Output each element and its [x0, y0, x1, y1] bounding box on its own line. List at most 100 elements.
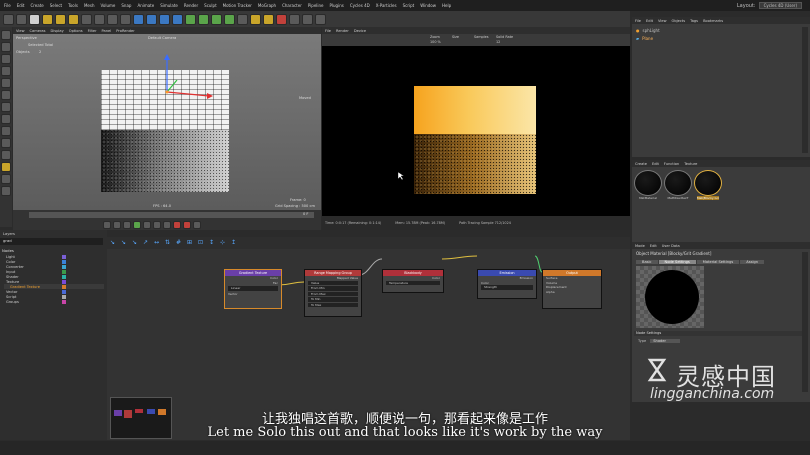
magnet-icon[interactable]: [1, 174, 11, 184]
render-info-value[interactable]: 12: [496, 40, 500, 44]
rotate-tool-icon[interactable]: [68, 13, 79, 25]
texture-mode-icon[interactable]: [1, 54, 11, 64]
menu-x-particles[interactable]: X-Particles: [376, 3, 397, 8]
node-field[interactable]: Value: [308, 280, 358, 285]
cube-icon[interactable]: [172, 13, 183, 25]
object-menu-file[interactable]: File: [635, 19, 641, 23]
object-menu-objects[interactable]: Objects: [672, 19, 686, 23]
record-icon[interactable]: [173, 221, 181, 229]
menu-create[interactable]: Create: [30, 3, 43, 8]
menu-mesh[interactable]: Mesh: [84, 3, 95, 8]
render-menu-render[interactable]: Render: [336, 29, 349, 33]
tab-material-settings[interactable]: Material Settings: [696, 260, 740, 264]
menu-motion-tracker[interactable]: Motion Tracker: [223, 3, 252, 8]
node-field[interactable]: Temperature: [386, 280, 440, 285]
node-field[interactable]: Strength: [481, 285, 533, 290]
redo-icon[interactable]: [16, 13, 27, 25]
menu-plugins[interactable]: Plugins: [330, 3, 344, 8]
make-editable-icon[interactable]: [1, 30, 11, 40]
subdivision-icon[interactable]: [198, 13, 209, 25]
render-info-value[interactable]: 100 %: [430, 40, 441, 44]
workplane-icon[interactable]: [1, 66, 11, 76]
material-menu-edit[interactable]: Edit: [652, 162, 659, 166]
menu-simulate[interactable]: Simulate: [160, 3, 178, 8]
viewport-menu-display[interactable]: Display: [51, 29, 64, 33]
cycles-icon[interactable]: [276, 13, 287, 25]
tweak-mode-icon[interactable]: [1, 126, 11, 136]
tab-basic[interactable]: Basic: [636, 260, 658, 264]
object-manager-scrollbar[interactable]: [802, 27, 808, 153]
cloner-icon[interactable]: [211, 13, 222, 25]
material-swatch[interactable]: MatMaterial: [634, 170, 662, 200]
viewport-menu-cameras[interactable]: Cameras: [30, 29, 46, 33]
menu-sculpt[interactable]: Sculpt: [204, 3, 217, 8]
points-mode-icon[interactable]: [1, 78, 11, 88]
viewport-menu-options[interactable]: Options: [69, 29, 83, 33]
object-row[interactable]: ▰ Plane: [632, 34, 792, 42]
z-axis-icon[interactable]: [107, 13, 118, 25]
coordinate-system-icon[interactable]: [120, 13, 131, 25]
paint-icon[interactable]: [1, 186, 11, 196]
move-gizmo-icon[interactable]: [153, 50, 223, 110]
scale-tool-icon[interactable]: [55, 13, 66, 25]
menu-volume[interactable]: Volume: [100, 3, 115, 8]
deformer-icon[interactable]: [224, 13, 235, 25]
material-swatch[interactable]: MatMixedtexT: [664, 170, 692, 200]
layout-selector[interactable]: Layout: Cycles 4D (User): [737, 1, 802, 10]
node-dropdown[interactable]: Linear: [228, 286, 278, 291]
object-menu-bookmarks[interactable]: Bookmarks: [703, 19, 723, 23]
node-category-item[interactable]: Groups: [4, 299, 104, 304]
render-settings-icon[interactable]: [159, 13, 170, 25]
menu-animate[interactable]: Animate: [137, 3, 154, 8]
solo-icon[interactable]: [1, 162, 11, 172]
menu-character[interactable]: Character: [282, 3, 302, 8]
menu-edit[interactable]: Edit: [17, 3, 25, 8]
prev-key-icon[interactable]: [113, 221, 121, 229]
node-field[interactable]: From Min: [308, 286, 358, 291]
attribute-menu-edit[interactable]: Edit: [650, 244, 657, 248]
y-axis-icon[interactable]: [94, 13, 105, 25]
menu-file[interactable]: File: [4, 3, 11, 8]
object-row[interactable]: ● sphLight: [632, 26, 792, 34]
light-icon[interactable]: [263, 13, 274, 25]
gradient-texture-node[interactable]: Gradient Texture Color Fac Linear Vector: [224, 269, 282, 309]
next-frame-icon[interactable]: [143, 221, 151, 229]
menu-tools[interactable]: Tools: [68, 3, 78, 8]
render-picture-viewer-icon[interactable]: [146, 13, 157, 25]
viewport-canvas[interactable]: Perspective Default Camera Selected Tota…: [13, 34, 321, 210]
menu-help[interactable]: Help: [442, 3, 451, 8]
render-view-icon[interactable]: [133, 13, 144, 25]
camera-icon[interactable]: [250, 13, 261, 25]
render-canvas[interactable]: [322, 46, 630, 216]
polygons-mode-icon[interactable]: [1, 102, 11, 112]
material-menu-function[interactable]: Function: [664, 162, 679, 166]
go-to-start-icon[interactable]: [103, 221, 111, 229]
3d-viewport[interactable]: View Cameras Display Options Filter Panel ProR…: [13, 27, 321, 210]
viewport-menu-prorender[interactable]: ProRender: [116, 29, 135, 33]
material-menu-texture[interactable]: Texture: [684, 162, 697, 166]
type-dropdown[interactable]: Shader: [650, 339, 680, 343]
blackbody-node[interactable]: Blackbody Color Temperature: [382, 269, 444, 293]
tab-node-settings[interactable]: Node Settings: [658, 260, 696, 264]
attribute-scrollbar[interactable]: [802, 252, 808, 392]
edges-mode-icon[interactable]: [1, 90, 11, 100]
floor-icon[interactable]: [237, 13, 248, 25]
menu-select[interactable]: Select: [50, 3, 62, 8]
pen-icon[interactable]: [185, 13, 196, 25]
timeline-track[interactable]: [29, 212, 314, 218]
axis-mode-icon[interactable]: [1, 114, 11, 124]
material-swatch-selected[interactable]: Mat(Blocky Gri: [694, 170, 722, 200]
go-to-end-icon[interactable]: [163, 221, 171, 229]
select-tool-icon[interactable]: [29, 13, 40, 25]
autokey-icon[interactable]: [183, 221, 191, 229]
node-field[interactable]: To Min: [308, 297, 358, 302]
prev-frame-icon[interactable]: [123, 221, 131, 229]
snap-icon[interactable]: [1, 138, 11, 148]
object-menu-edit[interactable]: Edit: [646, 19, 653, 23]
material-menu-create[interactable]: Create: [635, 162, 647, 166]
lock-icon[interactable]: [1, 150, 11, 160]
viewport-menu-view[interactable]: View: [16, 29, 25, 33]
play-icon[interactable]: [133, 221, 141, 229]
menu-script[interactable]: Script: [403, 3, 415, 8]
attribute-menu-user-data[interactable]: User Data: [662, 244, 680, 248]
